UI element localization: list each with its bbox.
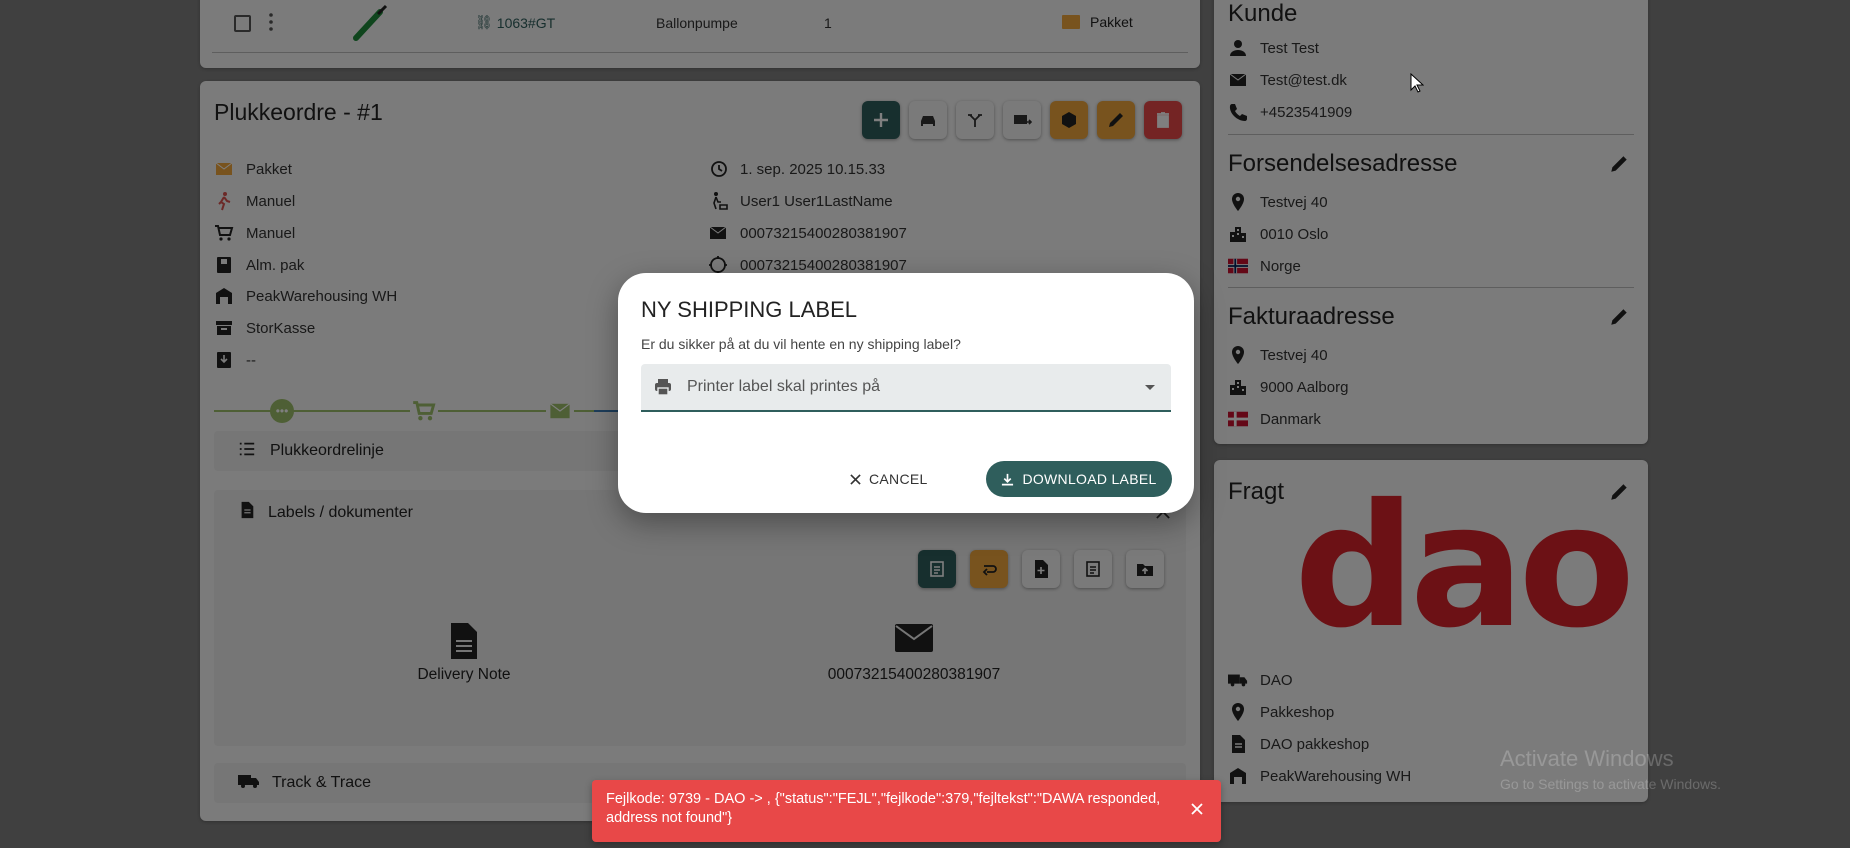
- download-icon: [1001, 473, 1014, 486]
- error-message: Fejlkode: 9739 - DAO -> , {"status":"FEJ…: [606, 791, 1161, 826]
- dropdown-arrow-icon: [1145, 385, 1155, 390]
- close-icon: [850, 473, 861, 485]
- dialog-title: NY SHIPPING LABEL: [641, 297, 858, 322]
- mouse-cursor-icon: [1410, 72, 1425, 98]
- dialog-message: Er du sikker på at du vil hente en ny sh…: [641, 336, 961, 352]
- cancel-button[interactable]: CANCEL: [838, 461, 940, 497]
- windows-watermark: Activate Windows Go to Settings to activ…: [1500, 746, 1721, 792]
- download-label-button[interactable]: DOWNLOAD LABEL: [986, 461, 1172, 497]
- close-toast-icon[interactable]: [1191, 802, 1203, 821]
- error-toast: Fejlkode: 9739 - DAO -> , {"status":"FEJ…: [592, 780, 1221, 842]
- new-shipping-label-dialog: NY SHIPPING LABEL Er du sikker på at du …: [618, 273, 1194, 513]
- printer-icon: [653, 377, 673, 397]
- printer-select[interactable]: Printer label skal printes på: [641, 364, 1171, 412]
